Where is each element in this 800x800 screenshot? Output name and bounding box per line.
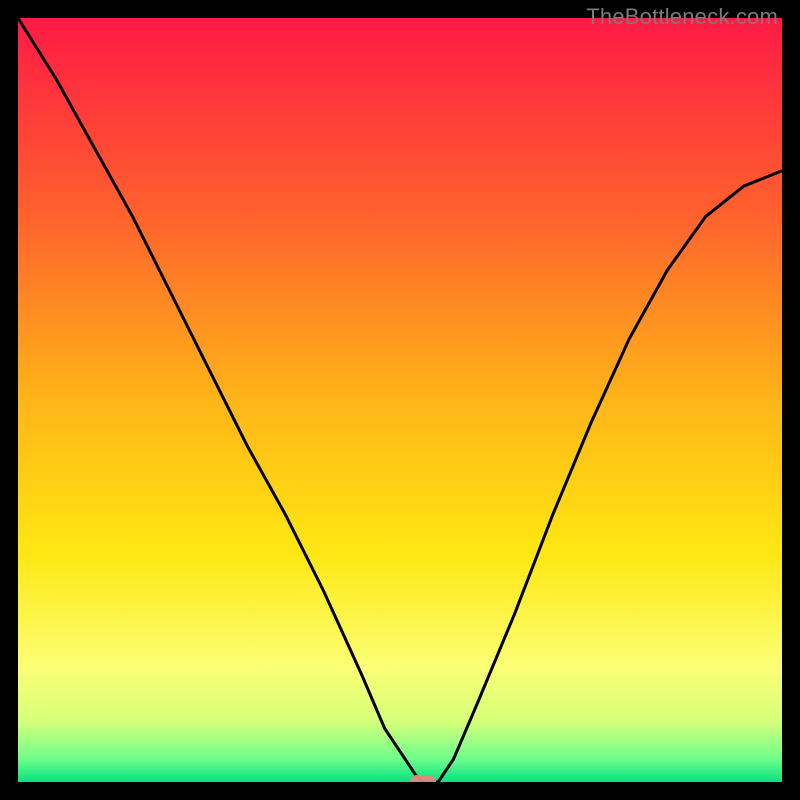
watermark-text: TheBottleneck.com xyxy=(586,4,778,30)
chart-frame: TheBottleneck.com xyxy=(0,0,800,800)
plot-area xyxy=(18,18,782,782)
curve-layer xyxy=(18,18,782,782)
optimum-marker xyxy=(410,775,436,782)
bottleneck-curve xyxy=(18,18,782,782)
